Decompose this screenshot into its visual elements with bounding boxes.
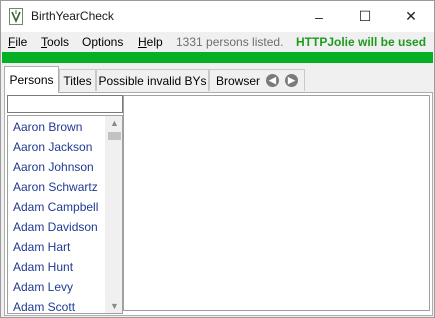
persons-count-status: 1331 persons listed. xyxy=(176,35,284,49)
list-item[interactable]: Adam Levy xyxy=(13,280,73,300)
maximize-button[interactable]: ☐ xyxy=(342,1,388,32)
app-window: BirthYearCheck – ☐ ✕ File Tools Options … xyxy=(0,0,435,318)
search-input[interactable] xyxy=(7,95,123,113)
persons-tab-content: Aaron Brown Aaron Jackson Aaron Johnson Aar… xyxy=(4,92,433,316)
back-arrow-icon[interactable]: ◀ xyxy=(266,74,279,87)
progress-bar xyxy=(2,52,433,63)
list-item[interactable]: Adam Campbell xyxy=(13,200,98,220)
list-item[interactable]: Aaron Brown xyxy=(13,120,82,140)
scroll-down-icon[interactable]: ▼ xyxy=(106,299,122,313)
close-icon: ✕ xyxy=(405,8,417,24)
list-item[interactable]: Adam Davidson xyxy=(13,220,98,240)
menu-bar: File Tools Options Help 1331 persons lis… xyxy=(1,32,434,52)
scroll-thumb[interactable] xyxy=(108,132,121,140)
app-icon xyxy=(9,8,23,25)
persons-list[interactable]: Aaron Brown Aaron Jackson Aaron Johnson Aar… xyxy=(7,115,123,314)
minimize-button[interactable]: – xyxy=(296,1,342,32)
menu-options[interactable]: Options xyxy=(82,35,123,49)
list-item[interactable]: Aaron Schwartz xyxy=(13,180,98,200)
person-detail-pane xyxy=(123,95,430,311)
list-scrollbar[interactable]: ▲ ▼ xyxy=(105,116,122,313)
tab-browser-label: Browser xyxy=(216,74,261,88)
tab-browser[interactable]: Browser ◀ ▶ xyxy=(209,69,305,91)
tab-titles[interactable]: Titles xyxy=(59,69,96,91)
maximize-icon: ☐ xyxy=(358,8,372,24)
tab-strip: Persons Titles Possible invalid BYs Brow… xyxy=(1,63,434,93)
title-bar[interactable]: BirthYearCheck – ☐ ✕ xyxy=(1,1,434,32)
menu-help[interactable]: Help xyxy=(138,35,163,49)
list-item[interactable]: Adam Hart xyxy=(13,240,70,260)
scroll-up-icon[interactable]: ▲ xyxy=(106,116,122,130)
tab-persons[interactable]: Persons xyxy=(4,66,59,93)
menu-file[interactable]: File xyxy=(8,35,27,49)
minimize-icon: – xyxy=(315,8,323,25)
list-item[interactable]: Adam Scott xyxy=(13,300,75,313)
close-button[interactable]: ✕ xyxy=(388,1,434,32)
forward-arrow-icon[interactable]: ▶ xyxy=(285,74,298,87)
list-item[interactable]: Aaron Jackson xyxy=(13,140,92,160)
menu-tools[interactable]: Tools xyxy=(41,35,69,49)
window-title: BirthYearCheck xyxy=(31,9,114,23)
tab-possible-invalid-bys[interactable]: Possible invalid BYs xyxy=(96,69,209,91)
list-item[interactable]: Aaron Johnson xyxy=(13,160,94,180)
list-item[interactable]: Adam Hunt xyxy=(13,260,73,280)
http-status: HTTPJolie will be used xyxy=(296,35,427,49)
